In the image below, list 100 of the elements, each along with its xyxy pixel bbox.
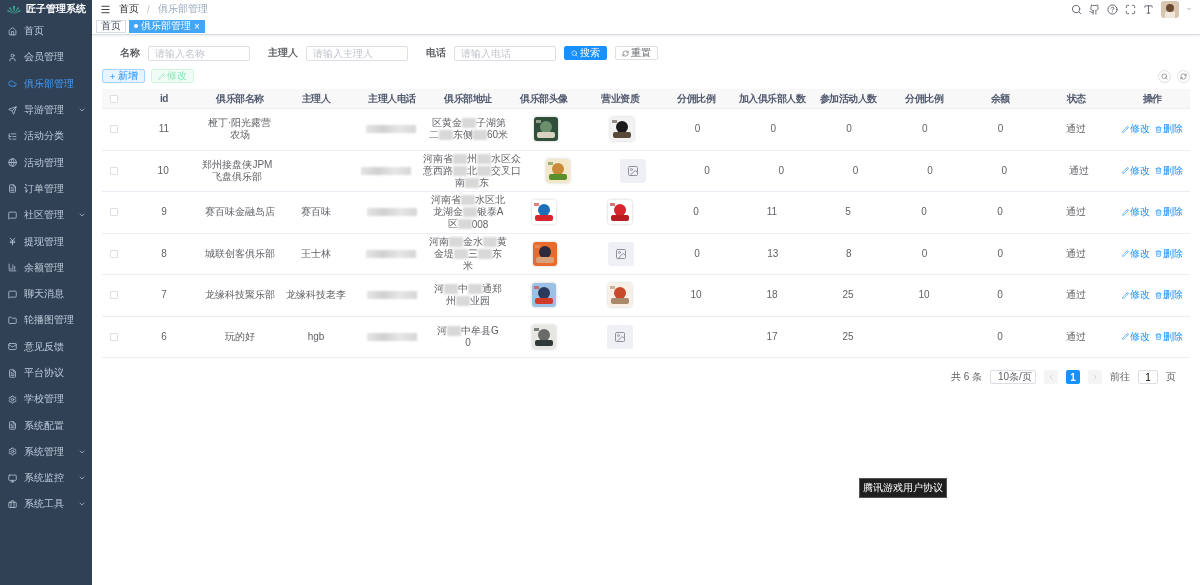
- checkbox[interactable]: [110, 249, 118, 258]
- edit-link[interactable]: 修改: [1121, 205, 1150, 220]
- sidebar-item[interactable]: 系统监控: [0, 465, 92, 492]
- table-cell-text: 龙缘科技老李: [285, 289, 347, 302]
- sidebar-item[interactable]: 导游管理: [0, 96, 92, 124]
- chevron-left-icon: [1047, 373, 1055, 381]
- refresh-button[interactable]: [1177, 69, 1190, 83]
- sidebar-item[interactable]: 系统工具: [0, 491, 92, 518]
- delete-link[interactable]: 删除: [1154, 246, 1183, 261]
- font-size-icon[interactable]: [1143, 3, 1154, 15]
- tab[interactable]: 首页: [96, 19, 126, 33]
- column-header: 俱乐部头像: [519, 91, 569, 106]
- address-text: 二: [429, 128, 440, 143]
- address-text: 河南: [429, 234, 450, 249]
- prev-page-button[interactable]: [1044, 370, 1058, 384]
- breadcrumb-separator: /: [147, 3, 150, 15]
- checkbox[interactable]: [110, 208, 118, 217]
- sidebar-item[interactable]: 系统管理: [0, 438, 92, 466]
- delete-link[interactable]: 删除: [1154, 288, 1183, 303]
- address-text: 0: [465, 337, 471, 349]
- table-cell-text: 13: [766, 247, 780, 260]
- table-cell-text: 0: [845, 123, 853, 136]
- edit-link[interactable]: 修改: [1121, 329, 1150, 344]
- delete-link[interactable]: 删除: [1154, 122, 1183, 137]
- table-cell-text: 龙缘科技聚乐部: [204, 289, 276, 302]
- checkbox[interactable]: [110, 332, 118, 341]
- sidebar-item[interactable]: 系统配置: [0, 412, 92, 439]
- reset-button[interactable]: 重置: [615, 46, 658, 60]
- address-text: 中牟县G: [461, 323, 499, 338]
- checkbox[interactable]: [110, 166, 118, 175]
- blur-mask: [456, 296, 470, 307]
- edit-link[interactable]: 修改: [1121, 288, 1150, 303]
- image-icon: [615, 247, 628, 260]
- blur-mask: [449, 236, 464, 247]
- table-cell-text: hgb: [306, 330, 326, 343]
- home-icon: [8, 26, 17, 36]
- address-text: 通郑: [482, 282, 502, 296]
- github-icon[interactable]: [1089, 3, 1100, 15]
- address-text: 东: [492, 247, 503, 261]
- page-size-select[interactable]: 10条/页: [990, 370, 1036, 384]
- checkbox[interactable]: [110, 94, 118, 103]
- blur-mask: [478, 248, 493, 259]
- table-cell-text: 25: [841, 330, 855, 343]
- sidebar-item[interactable]: 订单管理: [0, 175, 92, 203]
- sidebar-item[interactable]: 余额管理: [0, 254, 92, 281]
- blurred-phone: [367, 332, 417, 341]
- sidebar-item[interactable]: 提现管理: [0, 228, 92, 255]
- blur-mask: [461, 195, 475, 206]
- sidebar-item[interactable]: 首页: [0, 18, 92, 45]
- fullscreen-icon[interactable]: [1125, 3, 1136, 15]
- sidebar-item[interactable]: 俱乐部管理: [0, 70, 92, 97]
- delete-link[interactable]: 删除: [1154, 329, 1183, 344]
- help-icon[interactable]: [1107, 3, 1118, 15]
- blurred-phone: [366, 125, 417, 134]
- delete-link[interactable]: 删除: [1155, 163, 1184, 178]
- delete-link[interactable]: 删除: [1154, 205, 1183, 220]
- sidebar-item[interactable]: 活动管理: [0, 149, 92, 176]
- globe-icon: [8, 158, 17, 168]
- edit-link[interactable]: 修改: [1121, 122, 1150, 137]
- blurred-phone: [367, 208, 417, 217]
- table-cell-text: 6: [160, 330, 168, 343]
- field-label: 名称: [120, 46, 140, 60]
- table-cell-text: 0: [920, 206, 928, 219]
- folder-icon: [8, 315, 17, 325]
- sidebar-item[interactable]: 轮播图管理: [0, 307, 92, 334]
- sidebar-item[interactable]: 活动分类: [0, 123, 92, 150]
- checkbox[interactable]: [110, 125, 118, 134]
- blur-mask: [453, 153, 468, 164]
- blur-mask: [447, 325, 462, 336]
- menu-icon[interactable]: [100, 3, 111, 15]
- address-text: 子湖第: [475, 116, 506, 130]
- address-text: 金水: [463, 234, 484, 249]
- user-icon: [8, 52, 17, 62]
- checkbox[interactable]: [110, 291, 118, 300]
- page-input[interactable]: 1: [1138, 370, 1158, 384]
- edit-link[interactable]: 修改: [1121, 246, 1150, 261]
- table-cell-text: 通过: [1065, 330, 1087, 343]
- trash-icon: [1154, 125, 1162, 133]
- search-icon[interactable]: [1071, 3, 1082, 15]
- search-button[interactable]: [1158, 69, 1171, 83]
- address-text: 意西路: [423, 164, 454, 178]
- address-text: 河: [437, 323, 448, 338]
- next-page-button[interactable]: [1088, 370, 1102, 384]
- sidebar-item[interactable]: 社区管理: [0, 202, 92, 229]
- blur-mask: [444, 284, 458, 295]
- list-icon: [8, 131, 17, 141]
- briefcase-icon: [8, 500, 17, 509]
- document-icon: [8, 421, 17, 431]
- pencil-icon: [1122, 167, 1130, 175]
- column-header: 分佣比例: [904, 91, 945, 106]
- edit-link[interactable]: 修改: [1122, 163, 1151, 178]
- field-label: 主理人: [268, 46, 298, 60]
- sidebar-item[interactable]: 平台协议: [0, 359, 92, 387]
- breadcrumb-item[interactable]: 首页: [119, 2, 139, 16]
- sidebar-item[interactable]: 聊天消息: [0, 280, 92, 308]
- sidebar-item[interactable]: 会员管理: [0, 44, 92, 71]
- sidebar-item[interactable]: 学校管理: [0, 386, 92, 413]
- caret-icon[interactable]: [1186, 6, 1192, 12]
- address-text: 龙湖金: [432, 205, 463, 219]
- sidebar-item[interactable]: 意见反馈: [0, 333, 92, 360]
